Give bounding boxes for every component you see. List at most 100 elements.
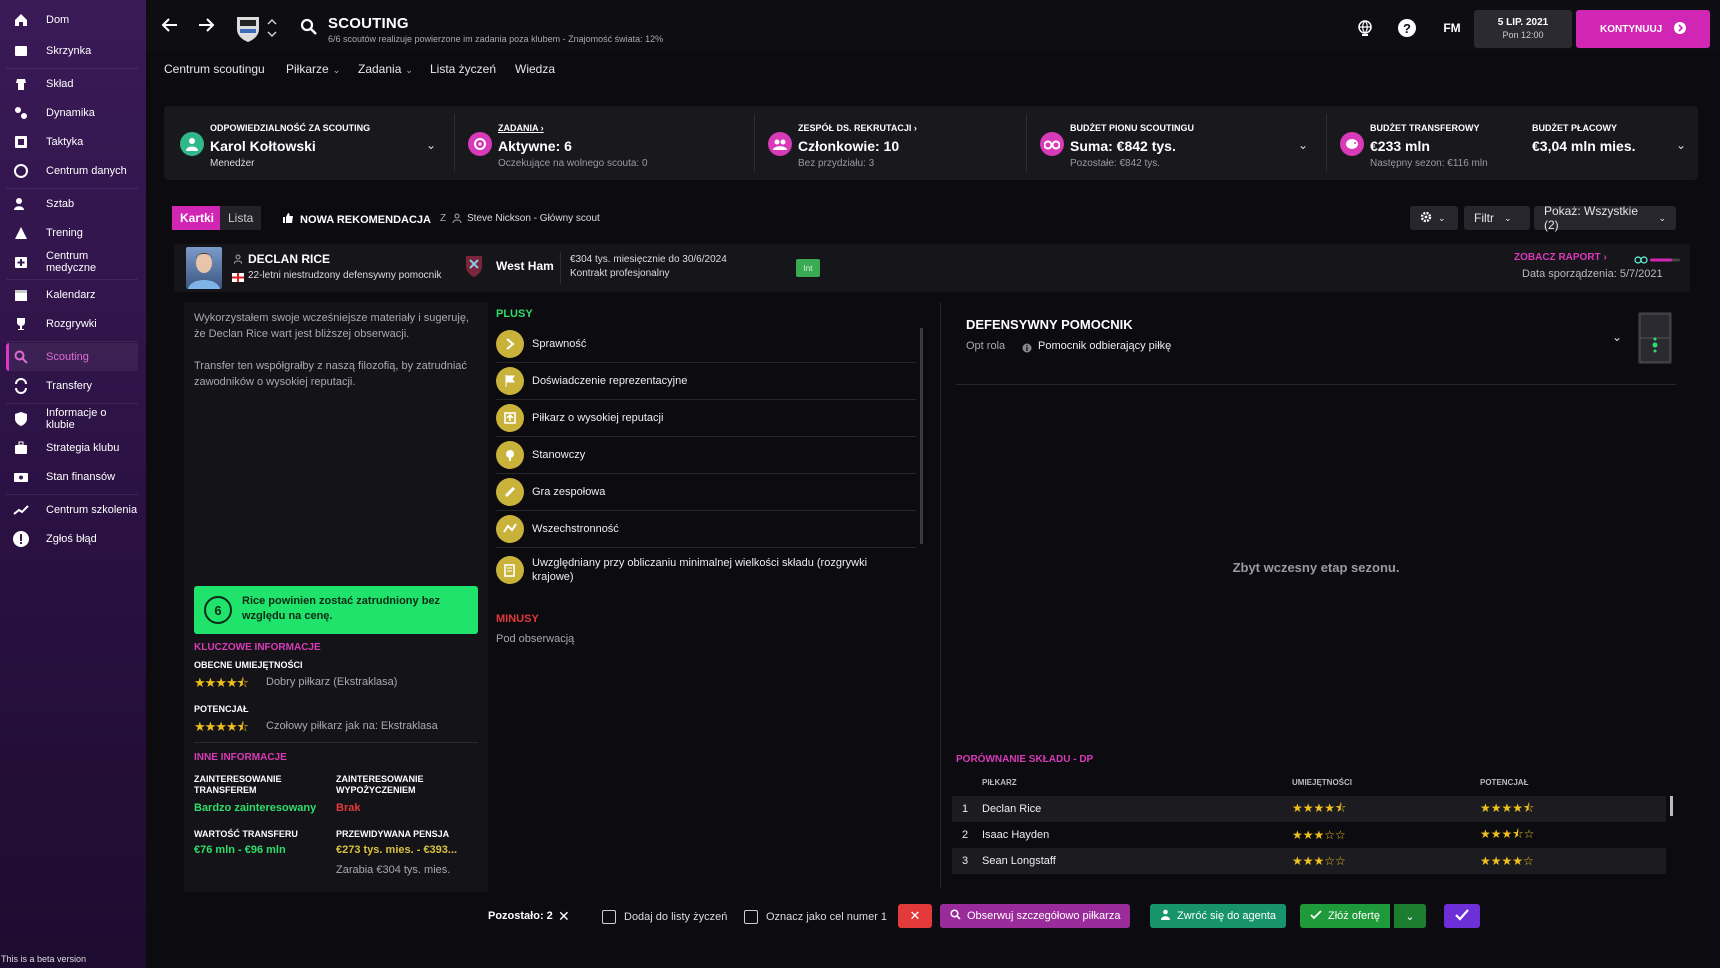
top-bar: SCOUTING 6/6 scoutów realizuje powierzon… xyxy=(146,0,1720,52)
player-photo[interactable] xyxy=(186,247,222,289)
approach-agent-button[interactable]: Zwróć się do agenta xyxy=(1150,904,1287,928)
close-icon: ✕ xyxy=(909,908,921,923)
chevron-down-icon[interactable]: ⌄ xyxy=(426,138,436,152)
transfer-budget-value: €233 mln xyxy=(1370,138,1430,154)
reputation-icon xyxy=(496,404,524,432)
confirm-button[interactable] xyxy=(1444,904,1480,928)
sidebar-item-medical[interactable]: Centrum medyczne xyxy=(6,248,138,276)
responsibility-value: Karol Kołtowski xyxy=(210,138,316,154)
club-badge-icon[interactable] xyxy=(234,13,262,43)
row-ability-stars: ★★★☆☆ xyxy=(1292,854,1346,868)
filter-button[interactable]: Filtr ⌄ xyxy=(1464,206,1530,230)
tasks-block[interactable]: ZADANIA › Aktywne: 6 Oczekujące na wolne… xyxy=(458,106,758,180)
chevron-down-icon[interactable]: ⌄ xyxy=(1676,138,1686,152)
sidebar-item-transfers[interactable]: Transfery xyxy=(6,372,138,400)
sidebar-item-staff[interactable]: Sztab xyxy=(6,190,138,218)
table-row[interactable]: 1 Declan Rice ★★★★⯪ ★★★★⯪ xyxy=(952,796,1666,822)
view-report-link[interactable]: ZOBACZ RAPORT › xyxy=(1514,252,1607,263)
reject-button[interactable]: ✕ xyxy=(898,904,932,928)
sidebar-item-label: Informacje o klubie xyxy=(46,407,107,431)
tasks-icon xyxy=(468,132,492,156)
scouting-budget-block[interactable]: BUDŻET PIONU SCOUTINGU Suma: €842 tys. P… xyxy=(1030,106,1320,180)
tab-list[interactable]: Lista xyxy=(220,206,262,230)
table-row[interactable]: 2 Isaac Hayden ★★★☆☆ ★★★⯪☆ xyxy=(952,822,1666,848)
team-label[interactable]: ZESPÓŁ DS. REKRUTACJI › xyxy=(798,123,917,133)
sidebar-item-dynamics[interactable]: Dynamika xyxy=(6,99,138,127)
settings-button[interactable]: ⌄ xyxy=(1410,206,1458,230)
sidebar-item-development[interactable]: Centrum szkolenia xyxy=(6,496,138,524)
scout-player-button[interactable]: Obserwuj szczegółowo piłkarza xyxy=(940,904,1131,928)
training-icon xyxy=(12,224,30,242)
mark-target-checkbox[interactable]: Oznacz jako cel numer 1 xyxy=(744,910,887,924)
sidebar-item-label: Skrzynka xyxy=(46,45,92,57)
make-offer-button[interactable]: Złóż ofertę xyxy=(1300,904,1390,928)
arrow-left-icon xyxy=(161,16,179,37)
scout-name[interactable]: Steve Nickson - Główny scout xyxy=(467,213,600,224)
make-offer-menu-button[interactable]: ⌄ xyxy=(1394,904,1426,928)
new-recommendation-button[interactable]: NOWA REKOMENDACJA xyxy=(282,212,431,227)
pros-scrollbar[interactable] xyxy=(920,328,923,544)
sidebar-item-scouting[interactable]: Scouting xyxy=(6,343,138,371)
scout-comment-paragraph: Wykorzystałem swoje wcześniejsze materia… xyxy=(194,312,469,340)
show-dropdown[interactable]: Pokaż: Wszystkie (2) ⌄ xyxy=(1534,204,1676,232)
subnav-shortlist[interactable]: Lista życzeń xyxy=(430,62,496,76)
subnav-players[interactable]: Piłkarze ⌄ xyxy=(286,62,340,76)
scouting-info-bar: ODPOWIEDZIALNOŚĆ ZA SCOUTING Karol Kołto… xyxy=(164,106,1698,180)
row-potential-stars: ★★★★☆ xyxy=(1480,854,1534,868)
west-ham-badge-icon[interactable] xyxy=(464,254,484,278)
budgets-block[interactable]: BUDŻET TRANSFEROWY €233 mln Następny sez… xyxy=(1330,106,1698,180)
continue-button[interactable]: KONTYNUUJ xyxy=(1576,10,1710,48)
sidebar-item-competitions[interactable]: Rozgrywki xyxy=(6,310,138,338)
responsibility-block[interactable]: ODPOWIEDZIALNOŚĆ ZA SCOUTING Karol Kołto… xyxy=(164,106,450,180)
divider xyxy=(754,114,755,172)
chevron-down-icon[interactable]: ⌄ xyxy=(1612,330,1622,344)
recruitment-team-block[interactable]: ZESPÓŁ DS. REKRUTACJI › Członkowie: 10 B… xyxy=(758,106,1028,180)
chevron-down-icon[interactable]: ⌄ xyxy=(1298,138,1308,152)
subnav-tasks[interactable]: Zadania ⌄ xyxy=(358,62,413,76)
pro-label: Piłkarz o wysokiej reputacji xyxy=(532,412,664,424)
sidebar-item-club-info[interactable]: Informacje o klubie xyxy=(6,405,138,433)
sidebar-item-club-strategy[interactable]: Strategia klubu xyxy=(6,434,138,462)
sidebar-item-calendar[interactable]: Kalendarz xyxy=(6,281,138,309)
tab-cards[interactable]: Kartki xyxy=(172,206,223,230)
subnav-scouting-centre[interactable]: Centrum scoutingu xyxy=(164,62,265,76)
subnav-knowledge[interactable]: Wiedza xyxy=(515,62,555,76)
scouting-budget-label: BUDŻET PIONU SCOUTINGU xyxy=(1070,123,1195,133)
add-to-shortlist-label: Dodaj do listy życzeń xyxy=(624,911,728,923)
development-icon xyxy=(12,501,30,519)
trophy-icon xyxy=(12,315,30,333)
forward-button[interactable] xyxy=(194,14,218,38)
continue-label: KONTYNUUJ xyxy=(1600,23,1663,35)
tasks-label[interactable]: ZADANIA › xyxy=(498,123,544,133)
globe-icon[interactable] xyxy=(1354,17,1376,39)
sidebar-item-data-hub[interactable]: Centrum danych xyxy=(6,157,138,185)
player-club[interactable]: West Ham xyxy=(496,259,554,273)
scout-comment-paragraph: Transfer ten współgrałby z naszą filozof… xyxy=(194,360,467,388)
table-row[interactable]: 3 Sean Longstaff ★★★☆☆ ★★★★☆ xyxy=(952,848,1666,874)
sidebar-divider xyxy=(6,279,138,280)
comparison-scrollbar[interactable] xyxy=(1670,796,1673,816)
close-icon[interactable]: ✕ xyxy=(558,908,570,925)
page-subtitle: 6/6 scoutów realizuje powierzone im zada… xyxy=(328,34,664,44)
action-bar: Pozostało: 2 ✕ Dodaj do listy życzeń Ozn… xyxy=(146,898,1720,938)
player-name[interactable]: DECLAN RICE xyxy=(248,252,330,266)
info-icon[interactable] xyxy=(1022,342,1032,353)
search-icon[interactable] xyxy=(300,18,318,36)
fm-menu-button[interactable]: FM xyxy=(1438,17,1466,39)
club-switch-icon[interactable] xyxy=(266,16,278,40)
sidebar-item-finances[interactable]: Stan finansów xyxy=(6,463,138,491)
sidebar-item-training[interactable]: Trening xyxy=(6,219,138,247)
sidebar-item-tactics[interactable]: Taktyka xyxy=(6,128,138,156)
sidebar-item-label: Centrum medyczne xyxy=(46,250,97,274)
key-info-heading: KLUCZOWE INFORMACJE xyxy=(194,642,321,653)
sidebar-item-label: Kalendarz xyxy=(46,289,96,301)
new-recommendation-label: NOWA REKOMENDACJA xyxy=(300,213,431,226)
sidebar-item-inbox[interactable]: Skrzynka xyxy=(6,37,138,65)
help-icon[interactable]: ? xyxy=(1396,17,1418,39)
sidebar-item-report-bug[interactable]: Zgłoś błąd xyxy=(6,525,138,553)
sidebar-item-home[interactable]: Dom xyxy=(6,6,138,34)
add-to-shortlist-checkbox[interactable]: Dodaj do listy życzeń xyxy=(602,910,727,924)
date-display[interactable]: 5 LIP. 2021 Pon 12:00 xyxy=(1474,10,1572,48)
back-button[interactable] xyxy=(158,14,182,38)
sidebar-item-squad[interactable]: Skład xyxy=(6,70,138,98)
